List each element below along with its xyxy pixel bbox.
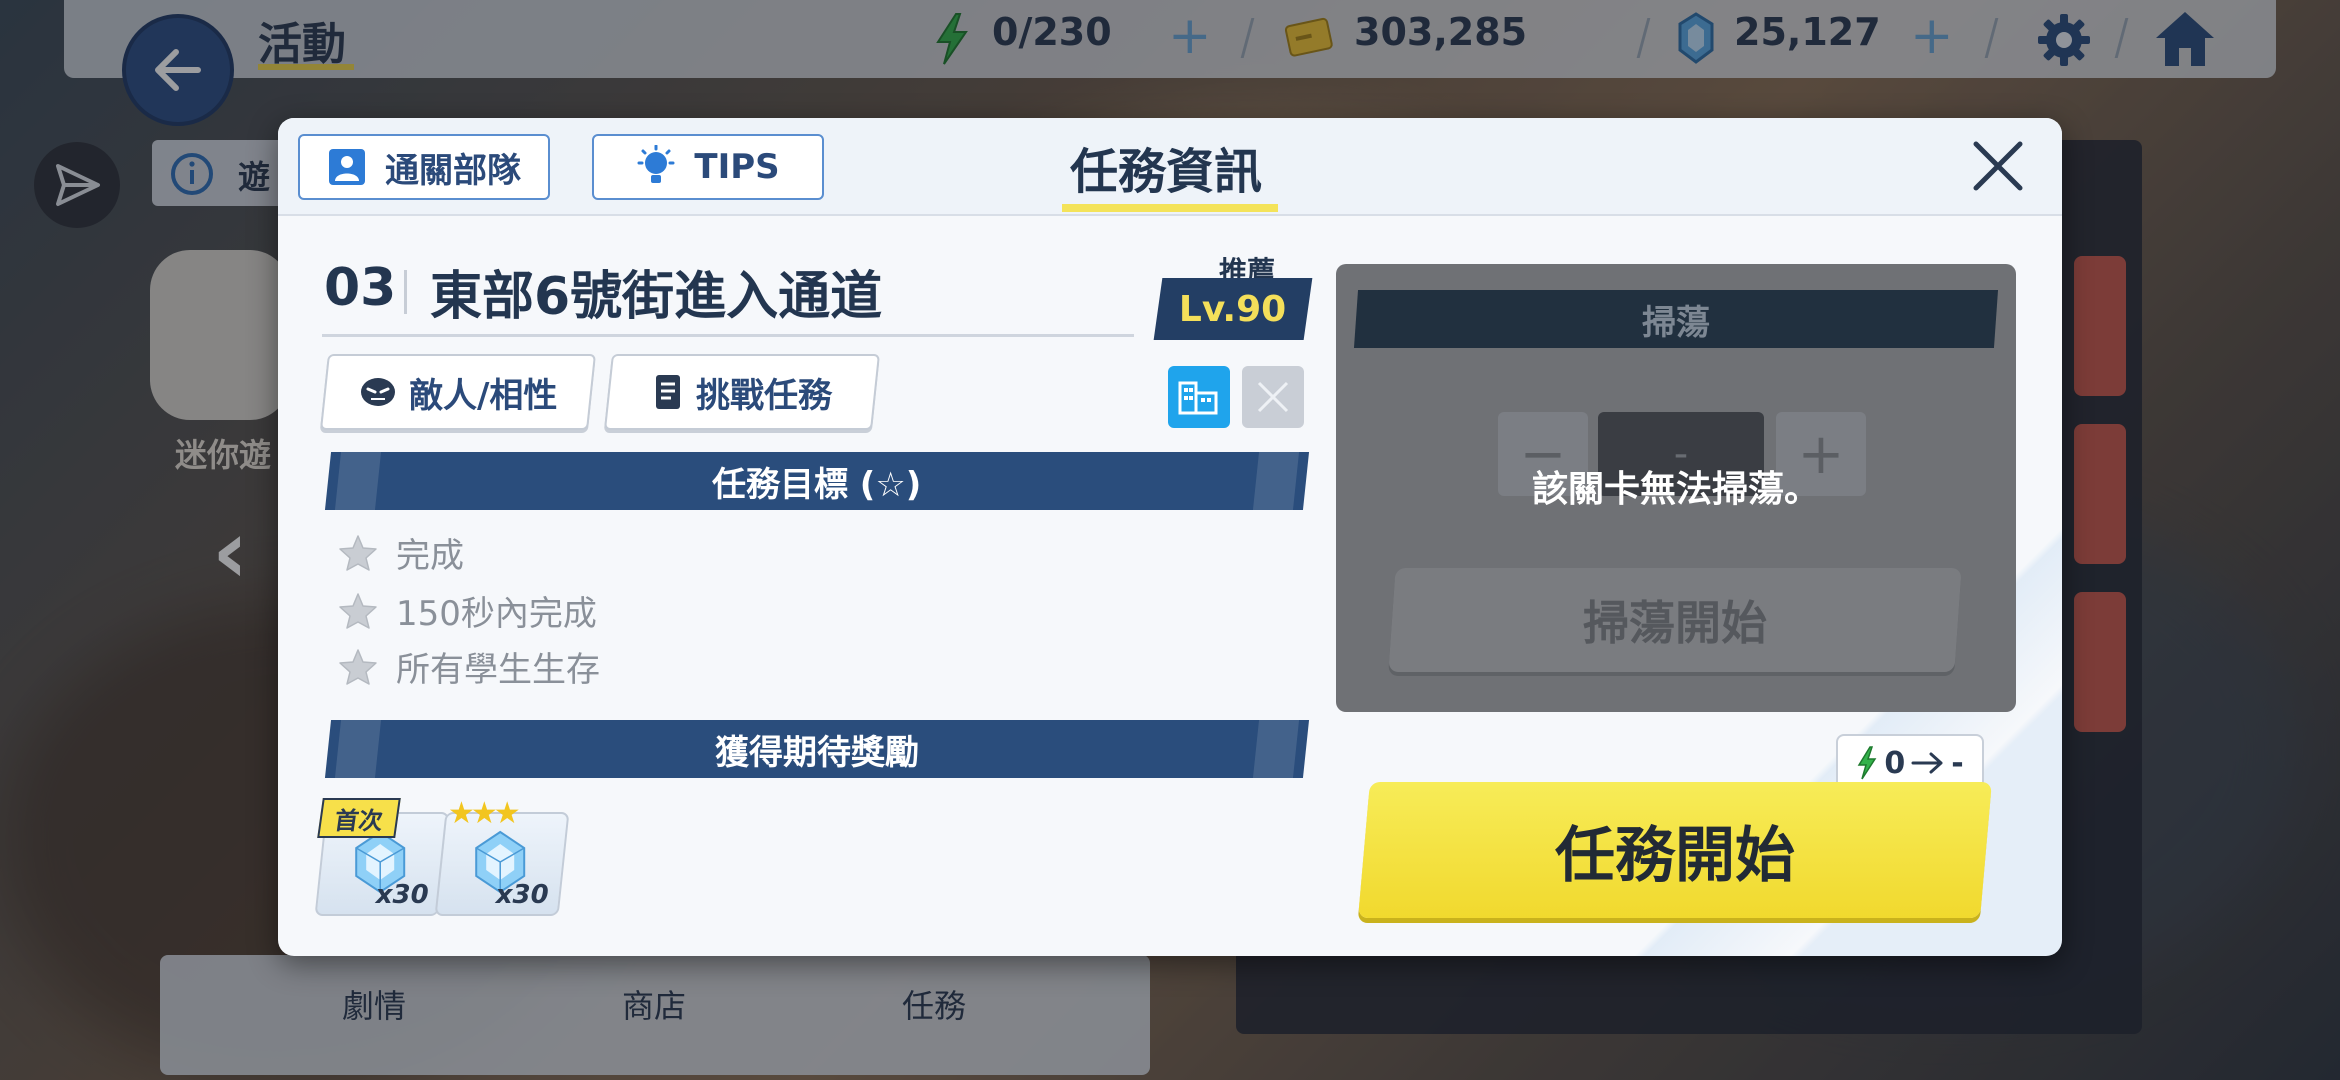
enemy-face-icon [360, 378, 395, 406]
goal-item: 150秒內完成 [338, 586, 597, 635]
goal-text: 150秒內完成 [396, 594, 597, 634]
mission-info-dialog: 通關部隊 TIPS 任務資訊 03 東部6號街進入通道 推薦 Lv.90 敵人/… [278, 118, 2062, 956]
arrow-right-icon [1911, 752, 1943, 774]
sweep-title: 掃蕩 [1642, 302, 1710, 343]
disabled-option-button[interactable] [1242, 366, 1304, 428]
stage-divider [404, 270, 407, 314]
reward-quantity: x30 [495, 880, 549, 910]
star-icon [339, 592, 377, 629]
tips-button[interactable]: TIPS [592, 134, 824, 200]
lightbulb-icon [637, 145, 675, 183]
mission-start-button[interactable]: 任務開始 [1358, 782, 1992, 918]
goal-item: 完成 [338, 528, 464, 577]
star-icon [339, 534, 377, 571]
goal-text: 所有學生生存 [396, 650, 600, 690]
user-card-icon [329, 149, 365, 185]
sweep-panel: 掃蕩 − - + 該關卡無法掃蕩。 掃蕩開始 [1336, 264, 2016, 712]
star-icon [339, 648, 377, 685]
expected-rewards-title: 獲得期待獎勵 [715, 732, 919, 773]
tips-label: TIPS [694, 147, 780, 187]
stage-name: 東部6號街進入通道 [430, 267, 883, 327]
challenge-mission-label: 挑戰任務 [696, 375, 832, 416]
expected-rewards-header: 獲得期待獎勵 [324, 720, 1310, 778]
goal-item: 所有學生生存 [338, 642, 600, 691]
clear-team-button[interactable]: 通關部隊 [298, 134, 550, 200]
first-clear-label: 首次 [332, 806, 385, 835]
mission-start-label: 任務開始 [1555, 820, 1795, 891]
challenge-mission-button[interactable]: 挑戰任務 [604, 354, 880, 430]
title-underline [1062, 204, 1278, 212]
stage-underline [322, 334, 1134, 337]
cross-icon [1257, 381, 1289, 413]
lightning-icon [1857, 746, 1877, 780]
ap-cost-from: 0 [1884, 745, 1906, 781]
stage-number: 03 [324, 258, 397, 318]
sweep-start-button[interactable]: 掃蕩開始 [1388, 568, 1962, 672]
mission-goals-title: 任務目標 (☆) [712, 464, 922, 505]
dialog-title: 任務資訊 [1069, 144, 1262, 200]
close-icon[interactable] [1966, 134, 2030, 198]
goal-text: 完成 [396, 536, 464, 576]
first-clear-tag: 首次 [317, 798, 401, 838]
enemy-affinity-button[interactable]: 敵人/相性 [320, 354, 596, 430]
ap-cost-to: - [1951, 745, 1964, 781]
reward-quantity: x30 [375, 880, 429, 910]
sweep-header: 掃蕩 [1353, 290, 1999, 348]
document-icon [656, 375, 680, 409]
mission-goals-header: 任務目標 (☆) [324, 452, 1310, 510]
three-star-icon: ★★★ [448, 796, 521, 831]
sweep-unavailable-message: 該關卡無法掃蕩。 [1531, 469, 1820, 510]
clear-team-label: 通關部隊 [385, 150, 521, 191]
terrain-button[interactable] [1168, 366, 1230, 428]
recommend-level-badge: Lv.90 [1153, 278, 1313, 340]
recommend-level: Lv.90 [1179, 288, 1287, 330]
sweep-start-label: 掃蕩開始 [1583, 596, 1767, 650]
enemy-affinity-label: 敵人/相性 [408, 375, 558, 416]
building-icon [1178, 381, 1218, 415]
